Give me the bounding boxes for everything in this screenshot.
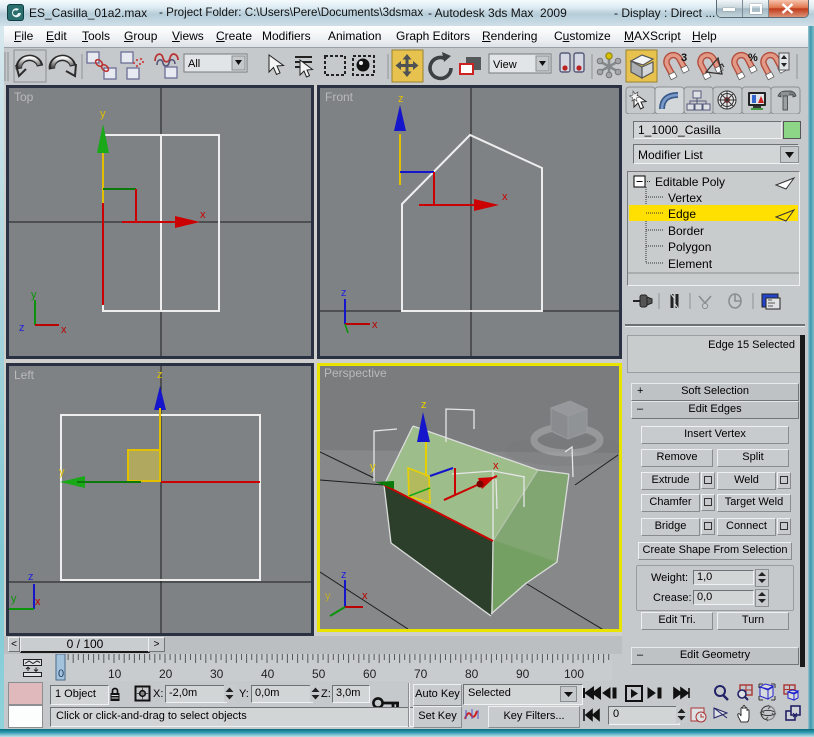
svg-text:y: y	[100, 108, 106, 120]
svg-text:y: y	[59, 466, 65, 478]
svg-text:z: z	[341, 569, 347, 581]
svg-text:40: 40	[261, 667, 275, 681]
svg-text:z: z	[421, 399, 427, 411]
svg-text:y: y	[370, 461, 376, 473]
svg-text:x: x	[35, 596, 41, 608]
svg-text:0: 0	[58, 668, 64, 680]
svg-text:Element: Element	[668, 257, 713, 271]
svg-text:30: 30	[210, 667, 224, 681]
svg-text:z: z	[157, 369, 163, 381]
svg-text:Vertex: Vertex	[668, 191, 702, 205]
svg-text:x: x	[362, 590, 368, 602]
svg-text:View: View	[493, 59, 517, 71]
svg-text:z: z	[341, 287, 347, 299]
svg-text:60: 60	[363, 667, 377, 681]
svg-text:x: x	[493, 460, 499, 472]
svg-text:80: 80	[465, 667, 479, 681]
svg-text:y: y	[31, 289, 37, 301]
svg-text:Polygon: Polygon	[668, 240, 711, 254]
svg-text:x: x	[61, 324, 67, 336]
svg-text:50: 50	[312, 667, 326, 681]
svg-text:All: All	[188, 58, 200, 70]
svg-text:y: y	[325, 590, 331, 602]
svg-text:Edge: Edge	[668, 207, 696, 221]
svg-text:10: 10	[108, 667, 122, 681]
svg-text:100: 100	[564, 667, 584, 681]
svg-text:%: %	[748, 52, 758, 64]
svg-text:20: 20	[159, 667, 173, 681]
svg-text:x: x	[200, 209, 206, 221]
svg-text:x: x	[502, 191, 508, 203]
svg-text:90: 90	[516, 667, 530, 681]
svg-text:y: y	[11, 593, 17, 605]
svg-text:x: x	[372, 319, 378, 331]
svg-text:3: 3	[681, 52, 687, 64]
svg-text:z: z	[398, 93, 404, 105]
svg-text:z: z	[19, 322, 25, 334]
svg-text:Editable Poly: Editable Poly	[655, 175, 725, 189]
svg-text:Border: Border	[668, 224, 704, 238]
svg-text:z: z	[28, 571, 34, 583]
svg-text:70: 70	[414, 667, 428, 681]
